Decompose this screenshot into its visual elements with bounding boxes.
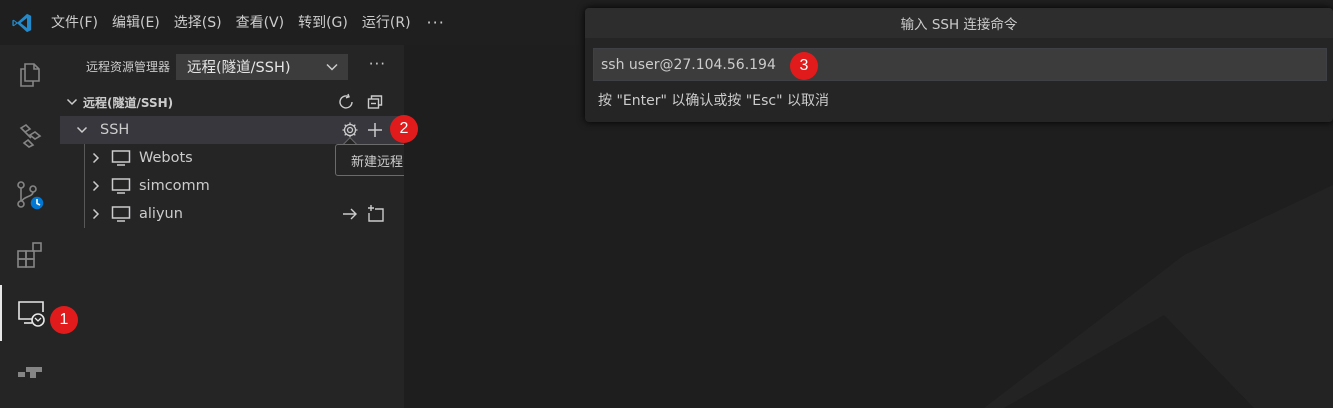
chevron-down-icon: [76, 124, 88, 136]
quick-input-widget: 输入 SSH 连接命令 ssh user@27.104.56.194 按 "En…: [585, 8, 1333, 122]
section-title: 远程(隧道/SSH): [83, 95, 174, 110]
chevron-down-icon: [325, 60, 339, 74]
host-label: Webots: [139, 150, 193, 166]
ssh-command-value: ssh user@27.104.56.194: [601, 56, 776, 73]
menu-file[interactable]: 文件(F): [44, 1, 105, 45]
step-badge-3: 3: [790, 52, 818, 80]
remote-explorer-sidebar: 远程资源管理器 远程(隧道/SSH) ··· 远程(隧道/SSH) SSH We…: [60, 45, 404, 408]
remote-type-select-value: 远程(隧道/SSH): [187, 60, 291, 76]
menu-go[interactable]: 转到(G): [291, 1, 355, 45]
arrow-right-icon[interactable]: [341, 205, 359, 223]
chevron-right-icon: [90, 152, 102, 164]
host-label: aliyun: [139, 206, 183, 222]
ssh-group-label: SSH: [100, 122, 130, 138]
menu-view[interactable]: 查看(V): [229, 1, 292, 45]
sidebar-header: 远程资源管理器 远程(隧道/SSH) ···: [60, 45, 404, 88]
tree-item-host[interactable]: simcomm: [60, 172, 404, 200]
monitor-icon: [111, 177, 131, 195]
add-icon[interactable]: [366, 121, 384, 139]
step-badge-1: 1: [50, 306, 78, 334]
section-header[interactable]: 远程(隧道/SSH): [60, 88, 404, 116]
host-label: simcomm: [139, 178, 210, 194]
chevron-down-icon: [66, 96, 78, 108]
ssh-command-input[interactable]: ssh user@27.104.56.194: [593, 48, 1327, 81]
step-badge-2: 2: [390, 115, 418, 143]
source-graph-icon[interactable]: [0, 107, 60, 163]
sidebar-more-button[interactable]: ···: [369, 55, 386, 73]
source-control-icon[interactable]: [0, 167, 60, 223]
menu-selection[interactable]: 选择(S): [167, 1, 229, 45]
vscode-logo-icon: [0, 1, 44, 45]
menu-bar: 文件(F) 编辑(E) 选择(S) 查看(V) 转到(G) 运行(R) ···: [44, 1, 454, 45]
monitor-icon: [111, 149, 131, 167]
tree-item-host[interactable]: aliyun: [60, 200, 404, 228]
extensions-icon[interactable]: [0, 227, 60, 283]
quick-input-message: 按 "Enter" 以确认或按 "Esc" 以取消: [598, 93, 829, 109]
menu-more-button[interactable]: ···: [418, 13, 454, 32]
open-in-new-window-icon[interactable]: [366, 204, 386, 224]
refresh-icon[interactable]: [337, 93, 355, 111]
explorer-icon[interactable]: [0, 47, 60, 103]
activity-bar: [0, 45, 60, 408]
sidebar-title: 远程资源管理器: [86, 60, 171, 74]
remote-type-select[interactable]: 远程(隧道/SSH): [176, 53, 349, 80]
menu-run[interactable]: 运行(R): [355, 1, 418, 45]
monitor-icon: [111, 205, 131, 223]
timeline-icon[interactable]: [0, 345, 60, 401]
chevron-right-icon: [90, 180, 102, 192]
menu-edit[interactable]: 编辑(E): [105, 1, 167, 45]
collapse-all-icon[interactable]: [366, 93, 384, 111]
chevron-right-icon: [90, 208, 102, 220]
quick-input-title: 输入 SSH 连接命令: [585, 8, 1333, 38]
